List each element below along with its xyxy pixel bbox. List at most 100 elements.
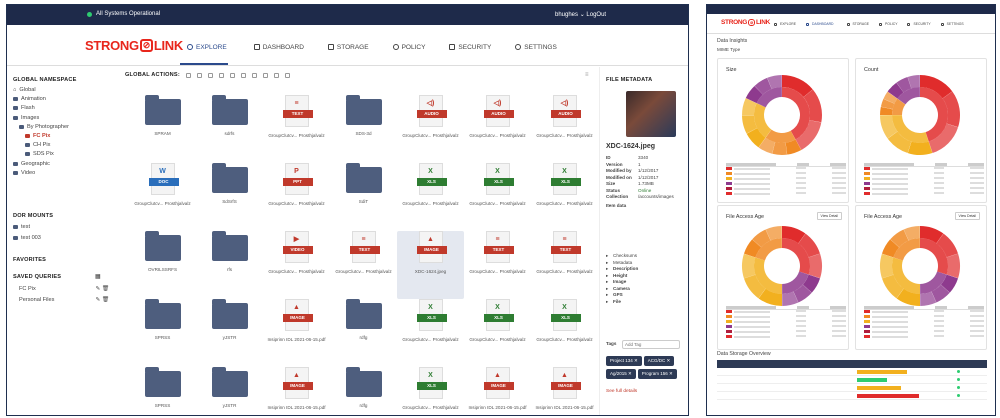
nav-explore[interactable]: EXPLORE xyxy=(175,41,242,53)
nav-storage[interactable]: STORAGE xyxy=(316,41,381,53)
folder-tile[interactable]: OVRILSSRFS xyxy=(129,231,196,299)
nav-policy[interactable]: POLICY xyxy=(874,21,902,27)
nav-settings[interactable]: SETTINGS xyxy=(503,41,569,53)
file-tile[interactable]: ◁) AUDIO GroupClutcv... Prosthjalvalz xyxy=(464,95,531,163)
file-tile[interactable]: ▲ IMAGE Insiprinn IDL 2021-06-15.pdf xyxy=(531,367,598,415)
toolbar-action-icon[interactable] xyxy=(185,72,191,78)
file-tile[interactable]: ≡ TEXT GroupClutcv... Prosthjalvalz xyxy=(464,231,531,299)
donut-segment[interactable] xyxy=(808,253,822,279)
nav-storage[interactable]: STORAGE xyxy=(842,21,875,27)
toolbar-action-icon[interactable] xyxy=(229,72,235,78)
saved-query-personal[interactable]: Personal Files ✎ 🗑 xyxy=(19,297,109,303)
nav-explore[interactable]: EXPLORE xyxy=(769,21,801,27)
file-tile[interactable]: ≡ TEXT GroupClutcv... Prosthjalvalz xyxy=(531,231,598,299)
file-tile[interactable]: X XLS GroupClutcv... Prosthjalvalz xyxy=(464,163,531,231)
file-tile[interactable]: ▲ IMAGE XDC-1624.jpeg xyxy=(397,231,464,299)
table-row[interactable] xyxy=(717,392,987,400)
edit-delete-icons[interactable]: ✎ 🗑 xyxy=(96,297,109,303)
donut-segment[interactable] xyxy=(742,253,756,279)
table-row[interactable] xyxy=(717,376,987,384)
nav-policy[interactable]: POLICY xyxy=(381,41,438,53)
ns-flash[interactable]: Flash xyxy=(13,105,69,111)
donut-segment[interactable] xyxy=(946,253,960,279)
file-icon: ≡ TEXT xyxy=(282,95,313,127)
metadata-checkbox[interactable]: ▸ File xyxy=(606,299,688,306)
nav-settings[interactable]: SETTINGS xyxy=(936,21,969,27)
toolbar-action-icon[interactable] xyxy=(284,72,290,78)
view-detail-button[interactable]: View Detail xyxy=(954,212,980,220)
folder-tile[interactable]: SPRSS xyxy=(129,299,196,367)
file-tile[interactable]: ▲ IMAGE Insiprinn IDL 2021-06-15.pdf xyxy=(263,367,330,415)
toolbar-action-icon[interactable] xyxy=(218,72,224,78)
file-tile[interactable]: X XLS GroupClutcv... Prosthjalvalz xyxy=(531,163,598,231)
edit-delete-icons[interactable]: ✎ 🗑 xyxy=(96,286,109,292)
ns-animation[interactable]: Animation xyxy=(13,96,69,102)
file-tile[interactable]: ≡ TEXT GroupClutcv... Prosthjalvalz xyxy=(263,95,330,163)
logout-link[interactable]: LogOut xyxy=(586,12,606,18)
toolbar-action-icon[interactable] xyxy=(251,72,257,78)
ns-images[interactable]: Images xyxy=(13,115,69,121)
donut-segment[interactable] xyxy=(880,253,894,279)
file-tile[interactable]: ◁) AUDIO GroupClutcv... Prosthjalvalz xyxy=(397,95,464,163)
folder-tile[interactable]: SPRAM xyxy=(129,95,196,163)
save-query-icon[interactable]: ▦ xyxy=(95,273,101,280)
toolbar-action-icon[interactable] xyxy=(273,72,279,78)
ns-geographic[interactable]: Geographic xyxy=(13,161,69,167)
strong-link-logo: STRONG ⊘ LINK xyxy=(721,19,770,26)
toolbar-action-icon[interactable] xyxy=(207,72,213,78)
folder-tile[interactable]: rfs xyxy=(196,231,263,299)
folder-tile[interactable]: SdiT xyxy=(330,163,397,231)
table-row[interactable] xyxy=(717,384,987,392)
ns-by-photographer[interactable]: By Photographer xyxy=(13,124,69,130)
file-tile[interactable]: ◁) AUDIO GroupClutcv... Prosthjalvalz xyxy=(531,95,598,163)
folder-tile[interactable]: yJSTR xyxy=(196,367,263,415)
add-tag-input[interactable] xyxy=(622,340,680,349)
ns-video[interactable]: Video xyxy=(13,170,69,176)
folder-tile[interactable]: sdrfs xyxy=(196,95,263,163)
file-tile[interactable]: X XLS GroupClutcv... Prosthjalvalz xyxy=(531,299,598,367)
file-tile[interactable]: X XLS GroupClutcv... Prosthjalvalz xyxy=(397,163,464,231)
nav-dashboard[interactable]: DASHBOARD xyxy=(242,41,316,53)
tag-chip[interactable]: Program 156 ✕ xyxy=(637,369,677,379)
ns-fc-pix[interactable]: FC Pix xyxy=(13,133,69,139)
ns-global[interactable]: ⌂ Global xyxy=(13,87,69,93)
ns-ch-pix[interactable]: CH Pix xyxy=(13,142,69,148)
file-tile[interactable]: ▲ IMAGE Insiprinn IDL 2021-06-15.pdf xyxy=(464,367,531,415)
file-tile[interactable]: X XLS GroupClutcv... Prosthjalvalz xyxy=(397,367,464,415)
file-tile[interactable]: ▶ VIDEO GroupClutcv... Prosthjalvalz xyxy=(263,231,330,299)
file-tile[interactable]: X XLS GroupClutcv... Prosthjalvalz xyxy=(464,299,531,367)
folder-tile[interactable]: SDS-3d xyxy=(330,95,397,163)
nav-dashboard[interactable]: DASHBOARD xyxy=(801,21,841,27)
nav-security[interactable]: SECURITY xyxy=(437,41,503,53)
tag-list: Project 134 ✕ ACG/DC ✕ Ag/2015 ✕ Program 15… xyxy=(606,356,688,382)
nav-security[interactable]: SECURITY xyxy=(902,21,935,27)
tile-label: SdSrfS xyxy=(222,199,237,204)
file-tile[interactable]: ▲ IMAGE Insiprinn IDL 2021-06-15.pdf xyxy=(263,299,330,367)
file-tile[interactable]: P PPT GroupClutcv... Prosthjalvalz xyxy=(263,163,330,231)
list-view-icon[interactable]: ≡ xyxy=(585,72,589,78)
tag-chip[interactable]: Project 134 ✕ xyxy=(606,356,642,366)
donut-segment[interactable] xyxy=(907,141,933,155)
table-row[interactable] xyxy=(717,368,987,376)
dor-test-003[interactable]: test 003 xyxy=(13,235,41,241)
tag-chip[interactable]: ACG/DC ✕ xyxy=(643,356,675,366)
dor-test[interactable]: test xyxy=(13,224,30,230)
folder-tile[interactable]: rdfg xyxy=(330,367,397,415)
folder-tile[interactable]: SdSrfS xyxy=(196,163,263,231)
folder-tile[interactable]: rdfg xyxy=(330,299,397,367)
file-tile[interactable]: X XLS GroupClutcv... Prosthjalvalz xyxy=(397,299,464,367)
toolbar-action-icon[interactable] xyxy=(240,72,246,78)
user-menu[interactable]: bhughes ⌄ LogOut xyxy=(555,11,606,18)
file-tile[interactable]: ≡ TEXT GroupClutcv... Prosthjalvalz xyxy=(330,231,397,299)
toolbar-action-icon[interactable] xyxy=(196,72,202,78)
tag-chip[interactable]: Ag/2015 ✕ xyxy=(606,369,636,379)
file-tile[interactable]: W DOC GroupClutcv... Prosthjalvalz xyxy=(129,163,196,231)
ns-sds-pix[interactable]: SDS Pix xyxy=(13,151,69,157)
folder-tile[interactable]: yJSTR xyxy=(196,299,263,367)
username[interactable]: bhughes xyxy=(555,12,578,18)
see-full-details-link[interactable]: See full details xyxy=(606,389,637,394)
view-detail-button[interactable]: View Detail xyxy=(816,212,842,220)
folder-tile[interactable]: SPRSS xyxy=(129,367,196,415)
saved-query-fc-pix[interactable]: FC Pix ✎ 🗑 xyxy=(19,286,109,292)
toolbar-action-icon[interactable] xyxy=(262,72,268,78)
